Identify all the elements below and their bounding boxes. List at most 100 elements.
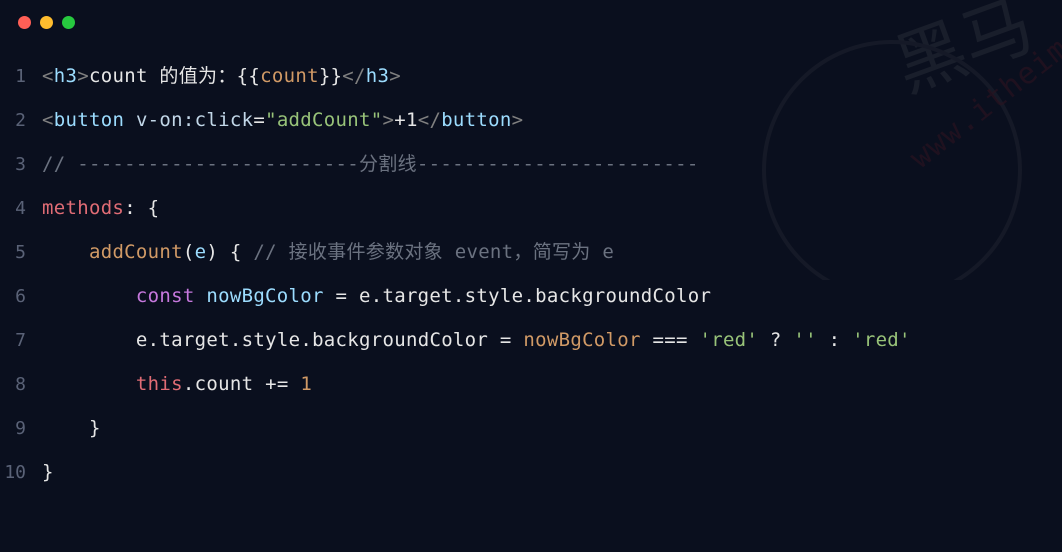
token: }} [319,65,342,87]
token: h3 [366,65,389,87]
code-line[interactable]: 1<h3>count 的值为：{{count}}</h3> [0,54,1062,98]
line-number: 5 [0,231,34,275]
code-content[interactable]: <button v-on:click="addCount">+1</button… [34,98,1062,142]
titlebar [0,0,1062,44]
token: 1 [300,373,312,395]
token: = [253,109,265,131]
maximize-icon[interactable] [62,16,75,29]
token: style [465,285,524,307]
line-number: 4 [0,187,34,231]
token: > [77,65,89,87]
code-editor-window: 黑马 www.itheima 1<h3>count 的值为：{{count}}<… [0,0,1062,552]
line-number: 3 [0,143,34,187]
line-number: 9 [0,407,34,451]
token: = [488,329,523,351]
token: > [389,65,401,87]
line-number: 10 [0,451,34,495]
code-line[interactable]: 5 addCount(e) { // 接收事件参数对象 event，简写为 e [0,230,1062,274]
token: ( [183,241,195,263]
token: += [253,373,300,395]
token: "addCount" [265,109,382,131]
token: . [300,329,312,351]
token: . [183,373,195,395]
token: target [382,285,452,307]
token: methods [42,197,124,219]
close-icon[interactable] [18,16,31,29]
code-line[interactable]: 8 this.count += 1 [0,362,1062,406]
token: ) { [206,241,253,263]
token: count [195,373,254,395]
line-number: 8 [0,363,34,407]
line-number: 1 [0,55,34,99]
token: // 接收事件参数对象 event，简写为 e [253,241,614,263]
token: . [371,285,383,307]
token: : { [124,197,159,219]
token: e [195,241,207,263]
code-content[interactable]: addCount(e) { // 接收事件参数对象 event，简写为 e [34,230,1062,274]
token: backgroundColor [535,285,711,307]
token: . [230,329,242,351]
code-line[interactable]: 9 } [0,406,1062,450]
token: </ [342,65,365,87]
token: h3 [54,65,77,87]
code-content[interactable]: const nowBgColor = e.target.style.backgr… [34,274,1062,318]
token: } [42,417,101,439]
token: style [242,329,301,351]
token: this [136,373,183,395]
token: } [42,461,54,483]
token: {{ [237,65,260,87]
code-content[interactable]: // ------------------------分割线----------… [34,142,1062,186]
token: < [42,65,54,87]
code-content[interactable]: } [34,406,1062,450]
code-content[interactable]: e.target.style.backgroundColor = nowBgCo… [34,318,1062,362]
code-content[interactable]: methods: { [34,186,1062,230]
token [42,241,89,263]
token: '' [793,329,816,351]
token: nowBgColor [206,285,323,307]
code-line[interactable]: 2<button v-on:click="addCount">+1</butto… [0,98,1062,142]
code-content[interactable]: <h3>count 的值为：{{count}}</h3> [34,54,1062,98]
line-number: 7 [0,319,34,363]
token: > [382,109,394,131]
code-content[interactable]: } [34,450,1062,494]
token: . [523,285,535,307]
token: ? [758,329,793,351]
token: e [136,329,148,351]
token: button [54,109,136,131]
token: nowBgColor [523,329,640,351]
token: 'red' [852,329,911,351]
token: // ------------------------分割线----------… [42,153,699,175]
token: < [42,109,54,131]
token: backgroundColor [312,329,488,351]
token: = [324,285,359,307]
code-content[interactable]: this.count += 1 [34,362,1062,406]
token: > [512,109,524,131]
token: button [441,109,511,131]
token [42,285,136,307]
token: +1 [394,109,417,131]
token [42,329,136,351]
line-number: 2 [0,99,34,143]
token: addCount [89,241,183,263]
token: count 的值为： [89,65,237,87]
token: 'red' [699,329,758,351]
code-line[interactable]: 10} [0,450,1062,494]
code-line[interactable]: 4methods: { [0,186,1062,230]
token: . [453,285,465,307]
token [42,373,136,395]
code-line[interactable]: 3 // ------------------------分割线---------… [0,142,1062,186]
code-line[interactable]: 7 e.target.style.backgroundColor = nowBg… [0,318,1062,362]
token: . [148,329,160,351]
token: v-on:click [136,109,253,131]
token: count [260,65,319,87]
token: const [136,285,206,307]
token: : [817,329,852,351]
minimize-icon[interactable] [40,16,53,29]
line-number: 6 [0,275,34,319]
token: === [641,329,700,351]
code-editor[interactable]: 1<h3>count 的值为：{{count}}</h3>2<button v-… [0,44,1062,494]
token: </ [418,109,441,131]
token: target [159,329,229,351]
token: e [359,285,371,307]
code-line[interactable]: 6 const nowBgColor = e.target.style.back… [0,274,1062,318]
